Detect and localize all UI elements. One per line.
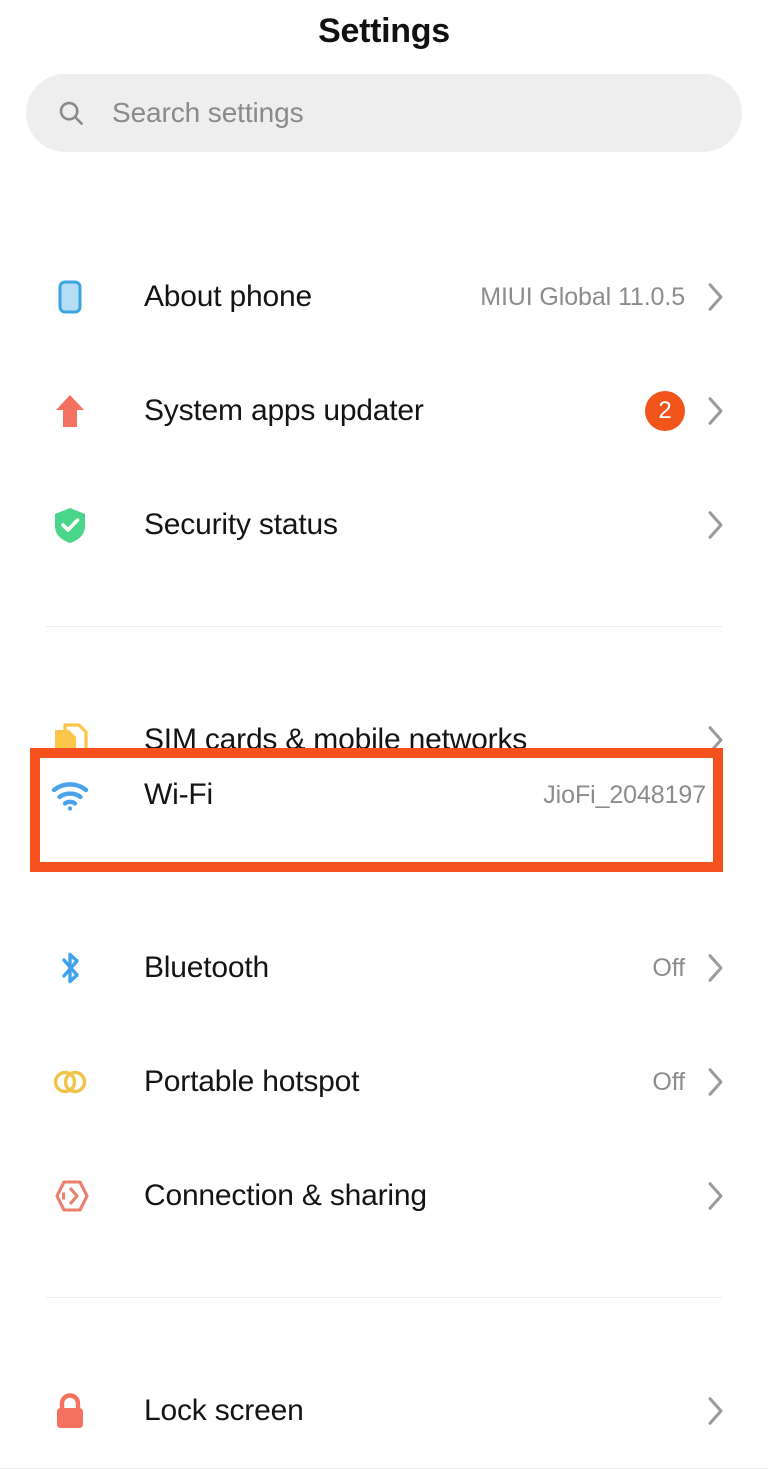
settings-row-lock-screen[interactable]: Lock screen bbox=[0, 1354, 768, 1468]
spacer-group-2 bbox=[0, 627, 768, 683]
settings-row-right bbox=[685, 510, 724, 540]
settings-row-right: JioFi_2048197 bbox=[543, 781, 706, 810]
settings-row-right: Off bbox=[652, 953, 724, 983]
settings-row-bluetooth[interactable]: Bluetooth Off bbox=[0, 911, 768, 1025]
bluetooth-icon bbox=[46, 944, 94, 992]
search-bar[interactable]: Search settings bbox=[26, 74, 742, 152]
settings-row-about-phone[interactable]: About phone MIUI Global 11.0.5 bbox=[0, 240, 768, 354]
chevron-right-icon[interactable] bbox=[707, 1181, 724, 1211]
settings-row-right: 2 bbox=[645, 391, 724, 431]
settings-row-value: MIUI Global 11.0.5 bbox=[480, 282, 685, 311]
search-input[interactable]: Search settings bbox=[112, 97, 304, 129]
settings-group-personal: Lock screen bbox=[0, 1354, 768, 1469]
settings-row-portable-hotspot[interactable]: Portable hotspot Off bbox=[0, 1025, 768, 1139]
spacer-group-1 bbox=[0, 582, 768, 626]
shield-check-icon bbox=[46, 501, 94, 549]
spacer-top bbox=[0, 152, 768, 208]
wifi-row-highlight-content[interactable]: Wi-Fi JioFi_2048197 bbox=[46, 765, 706, 825]
settings-row-label: Security status bbox=[144, 508, 338, 541]
chevron-right-icon[interactable] bbox=[707, 510, 724, 540]
page-title: Settings bbox=[318, 12, 450, 50]
settings-row-label: SIM cards & mobile networks bbox=[144, 723, 528, 756]
sim-cards-icon bbox=[46, 716, 94, 764]
settings-row-value: Off bbox=[652, 953, 685, 982]
spacer-group-3 bbox=[0, 1253, 768, 1297]
chevron-right-icon[interactable] bbox=[707, 725, 724, 755]
spacer-group-4 bbox=[0, 1298, 768, 1354]
settings-row-label: Portable hotspot bbox=[144, 1065, 360, 1098]
settings-row-right bbox=[685, 725, 724, 755]
settings-row-value: Off bbox=[652, 1067, 685, 1096]
settings-row-right bbox=[685, 1181, 724, 1211]
settings-row-right bbox=[685, 1396, 724, 1426]
settings-row-value: JioFi_2048197 bbox=[543, 780, 706, 809]
settings-row-label: System apps updater bbox=[144, 394, 424, 427]
arrow-up-icon bbox=[46, 387, 94, 435]
wifi-icon bbox=[46, 771, 94, 819]
settings-row-label: About phone bbox=[144, 280, 312, 313]
settings-row-right: MIUI Global 11.0.5 bbox=[480, 282, 724, 312]
settings-row-security-status[interactable]: Security status bbox=[0, 468, 768, 582]
lock-icon bbox=[46, 1387, 94, 1435]
chevron-right-icon[interactable] bbox=[707, 953, 724, 983]
chevron-right-icon[interactable] bbox=[707, 282, 724, 312]
settings-row-label: Lock screen bbox=[144, 1394, 304, 1427]
search-icon bbox=[56, 98, 86, 128]
settings-row-label: Wi-Fi bbox=[144, 778, 213, 811]
chevron-right-icon[interactable] bbox=[707, 396, 724, 426]
chevron-right-icon[interactable] bbox=[707, 1396, 724, 1426]
settings-row-label: Connection & sharing bbox=[144, 1179, 427, 1212]
settings-row-connection-sharing[interactable]: Connection & sharing bbox=[0, 1139, 768, 1253]
chevron-right-icon[interactable] bbox=[707, 1067, 724, 1097]
settings-row-system-apps-updater[interactable]: System apps updater 2 bbox=[0, 354, 768, 468]
settings-row-right: Off bbox=[652, 1067, 724, 1097]
status-badge: 2 bbox=[645, 391, 685, 431]
settings-row-label: Bluetooth bbox=[144, 951, 269, 984]
connection-sharing-icon bbox=[46, 1172, 94, 1220]
phone-icon bbox=[46, 273, 94, 321]
settings-group-device: About phone MIUI Global 11.0.5 System ap… bbox=[0, 240, 768, 582]
hotspot-icon bbox=[46, 1058, 94, 1106]
